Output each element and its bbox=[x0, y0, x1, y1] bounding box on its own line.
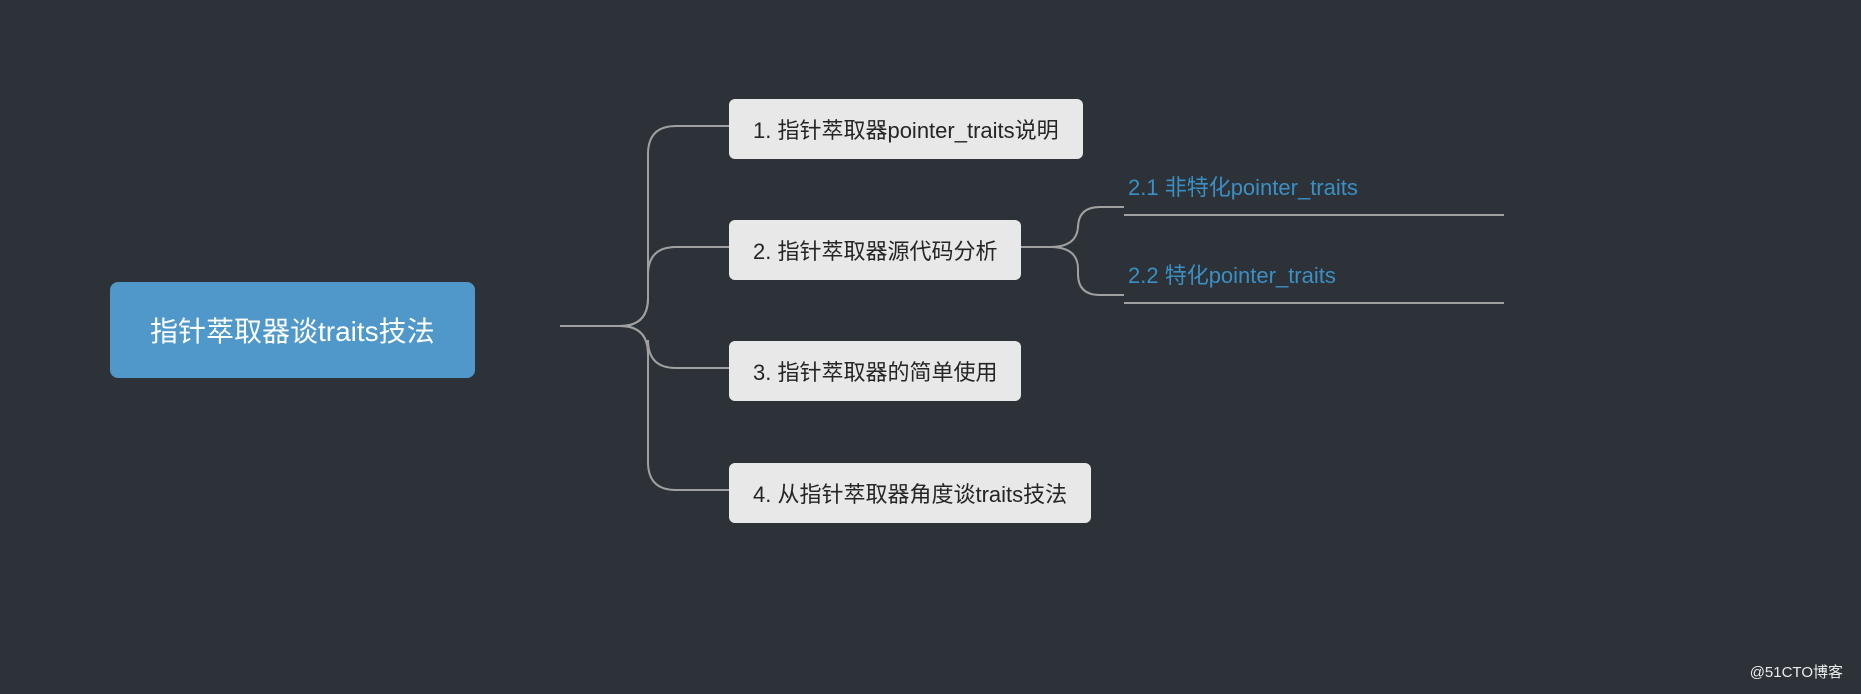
leaf-node-2-1[interactable]: 2.1 非特化pointer_traits bbox=[1124, 164, 1504, 216]
root-title: 指针萃取器谈traits技法 bbox=[150, 316, 435, 347]
child-label: 3. 指针萃取器的简单使用 bbox=[753, 360, 997, 385]
child-node-3[interactable]: 3. 指针萃取器的简单使用 bbox=[729, 341, 1021, 401]
mindmap-root[interactable]: 指针萃取器谈traits技法 bbox=[110, 282, 475, 378]
watermark: @51CTO博客 bbox=[1750, 661, 1843, 682]
child-label: 4. 从指针萃取器角度谈traits技法 bbox=[753, 482, 1067, 507]
leaf-label: 2.1 非特化pointer_traits bbox=[1128, 175, 1358, 200]
child-label: 1. 指针萃取器pointer_traits说明 bbox=[753, 118, 1059, 143]
child-node-4[interactable]: 4. 从指针萃取器角度谈traits技法 bbox=[729, 463, 1091, 523]
child-label: 2. 指针萃取器源代码分析 bbox=[753, 239, 997, 264]
child-node-1[interactable]: 1. 指针萃取器pointer_traits说明 bbox=[729, 99, 1083, 159]
watermark-text: @51CTO博客 bbox=[1750, 664, 1843, 681]
leaf-label: 2.2 特化pointer_traits bbox=[1128, 263, 1336, 288]
leaf-node-2-2[interactable]: 2.2 特化pointer_traits bbox=[1124, 252, 1504, 304]
child-node-2[interactable]: 2. 指针萃取器源代码分析 bbox=[729, 220, 1021, 280]
